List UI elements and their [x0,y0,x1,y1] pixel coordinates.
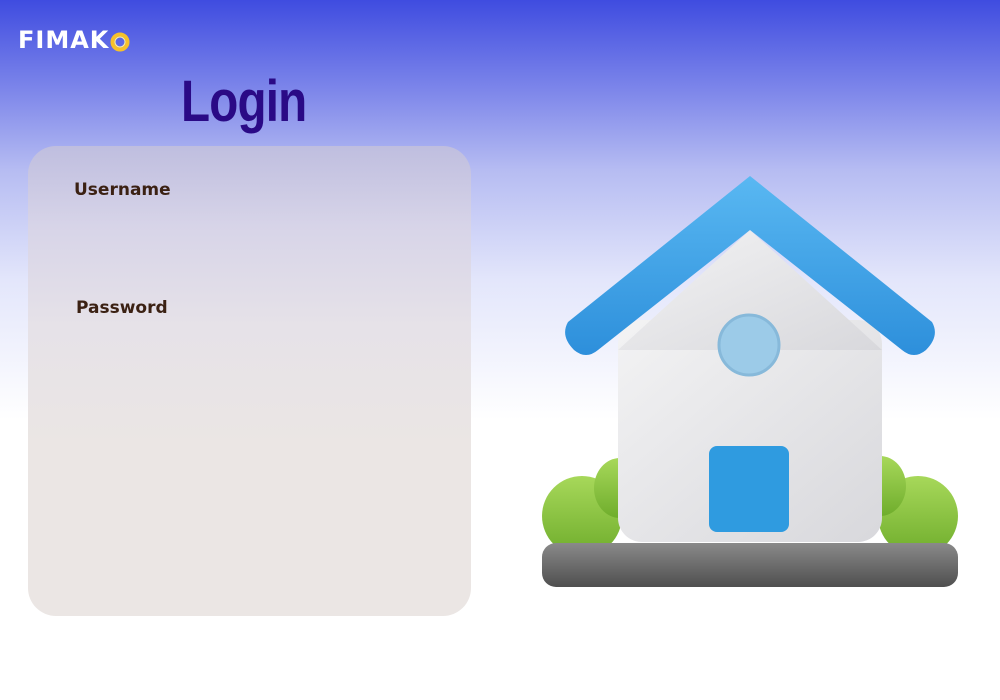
house-door [709,446,789,532]
password-input[interactable] [68,328,448,368]
house-icon [538,170,962,590]
brand-name: FIMAK [18,26,110,54]
username-label: Username [74,180,171,200]
brand-logo: FIMAK [18,24,130,56]
ring-logo-icon [110,30,130,52]
username-input[interactable] [68,210,448,250]
password-label: Password [76,298,168,318]
login-form-card: Username Password [28,146,471,616]
house-window [717,313,781,377]
house-base [542,543,958,587]
page-title: Login [181,69,307,134]
